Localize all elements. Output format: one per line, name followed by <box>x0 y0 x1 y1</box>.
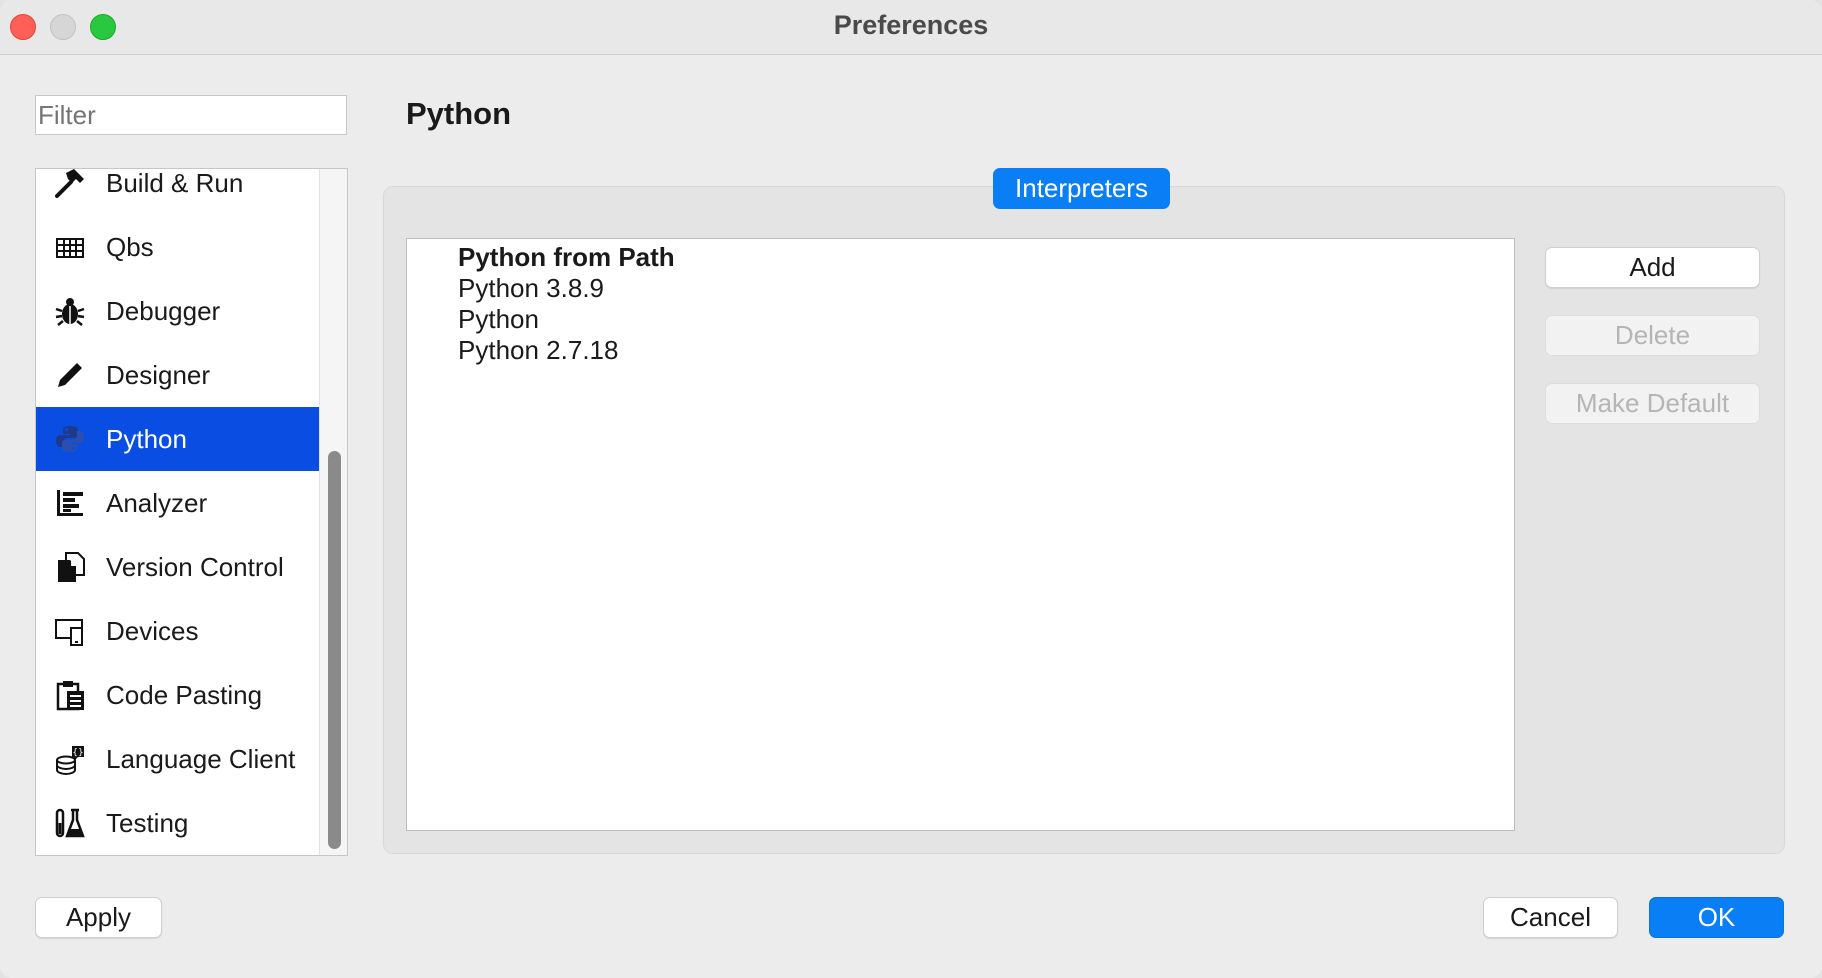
preferences-window: Preferences Build & Run Qbs Debugge <box>0 0 1822 978</box>
documents-icon <box>54 551 86 583</box>
hammer-icon <box>54 169 86 199</box>
sidebar-item-label: Debugger <box>106 296 221 326</box>
make-default-button[interactable]: Make Default <box>1545 383 1760 424</box>
sidebar-item-label: Code Pasting <box>106 680 263 710</box>
svg-text:{}: {} <box>72 748 83 758</box>
sidebar-item-version-control[interactable]: Version Control <box>36 535 319 599</box>
sidebar-item-label: Language Client <box>106 744 296 774</box>
python-icon <box>54 423 86 455</box>
ok-button[interactable]: OK <box>1649 897 1784 938</box>
sidebar-item-code-pasting[interactable]: Code Pasting <box>36 663 319 727</box>
analyzer-icon <box>54 487 86 519</box>
sidebar-item-language-client[interactable]: {} Language Client <box>36 727 319 791</box>
sidebar-item-designer[interactable]: Designer <box>36 343 319 407</box>
delete-button[interactable]: Delete <box>1545 315 1760 356</box>
sidebar-item-qbs[interactable]: Qbs <box>36 215 319 279</box>
sidebar-item-devices[interactable]: Devices <box>36 599 319 663</box>
devices-icon <box>54 615 86 647</box>
sidebar-item-testing[interactable]: Testing <box>36 791 319 855</box>
interpreter-item[interactable]: Python 3.8.9 <box>458 272 604 304</box>
add-button[interactable]: Add <box>1545 247 1760 288</box>
title-bar: Preferences <box>0 0 1822 55</box>
sidebar-item-analyzer[interactable]: Analyzer <box>36 471 319 535</box>
language-client-icon: {} <box>54 743 86 775</box>
filter-input[interactable] <box>35 95 347 135</box>
page-title: Python <box>406 96 512 131</box>
sidebar-item-debugger[interactable]: Debugger <box>36 279 319 343</box>
bug-icon <box>54 295 86 327</box>
sidebar-item-python[interactable]: Python <box>36 407 319 471</box>
category-list: Build & Run Qbs Debugger Designer Python… <box>36 168 319 855</box>
sidebar-item-label: Qbs <box>106 232 154 262</box>
category-sidebar: Build & Run Qbs Debugger Designer Python… <box>35 168 348 856</box>
sidebar-item-build-run[interactable]: Build & Run <box>36 168 319 215</box>
sidebar-scrollbar[interactable] <box>319 169 347 855</box>
sidebar-item-label: Python <box>106 424 187 454</box>
sidebar-item-label: Designer <box>106 360 211 390</box>
interpreter-item[interactable]: Python 2.7.18 <box>458 334 618 366</box>
interpreter-list[interactable]: Python from Path Python 3.8.9 Python Pyt… <box>406 238 1515 831</box>
sidebar-scroll-thumb[interactable] <box>328 451 341 849</box>
sidebar-item-label: Testing <box>106 808 189 838</box>
sidebar-item-label: Analyzer <box>106 488 208 518</box>
flask-icon <box>54 807 86 839</box>
apply-button[interactable]: Apply <box>35 897 162 938</box>
grid-icon <box>54 231 86 263</box>
sidebar-item-label: Devices <box>106 616 199 646</box>
clipboard-icon <box>54 679 86 711</box>
tab-interpreters[interactable]: Interpreters <box>993 168 1170 209</box>
cancel-button[interactable]: Cancel <box>1483 897 1618 938</box>
sidebar-item-label: Version Control <box>106 552 284 582</box>
pencil-icon <box>54 359 86 391</box>
window-title: Preferences <box>833 10 989 40</box>
interpreter-item-default[interactable]: Python from Path <box>458 241 675 273</box>
sidebar-item-label: Build & Run <box>106 168 244 198</box>
interpreter-item[interactable]: Python <box>458 303 539 335</box>
